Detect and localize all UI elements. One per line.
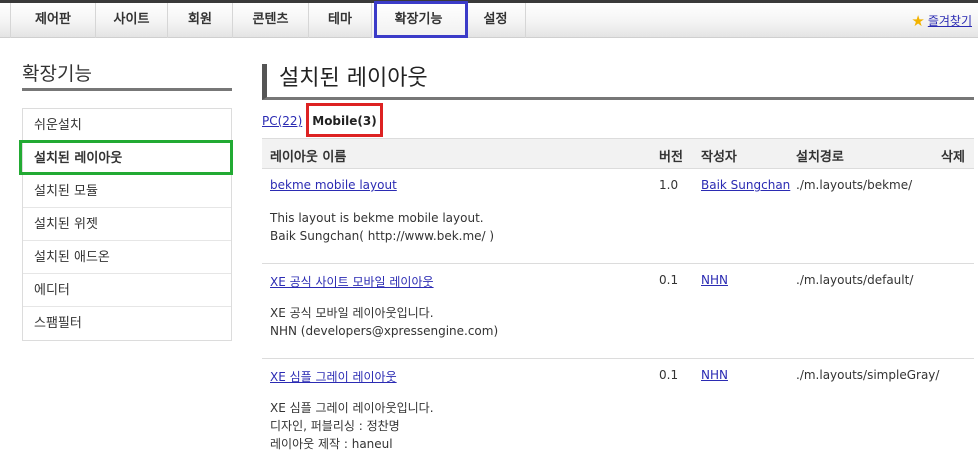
star-icon: ★	[911, 11, 925, 30]
menu-content[interactable]: 콘텐츠	[233, 3, 309, 38]
column-header-name: 레이아웃 이름	[270, 150, 347, 165]
layout-description: XE 공식 모바일 레이아웃입니다. NHN (developers@xpres…	[270, 304, 498, 340]
layout-author-link[interactable]: NHN	[701, 273, 728, 287]
menu-control-panel[interactable]: 제어판	[10, 3, 96, 38]
sidebar-item-editor[interactable]: 에디터	[23, 274, 231, 307]
tab-pc[interactable]: PC(22)	[262, 114, 302, 128]
layout-path: ./m.layouts/simpleGray/	[796, 368, 940, 382]
table-row: XE 심플 그레이 레이아웃 0.1 NHN ./m.layouts/simpl…	[262, 359, 974, 454]
layout-name-link[interactable]: bekme mobile layout	[270, 178, 397, 192]
column-header-version: 버전	[659, 150, 683, 165]
menu-member[interactable]: 회원	[168, 3, 233, 38]
sidebar-title: 확장기능	[22, 63, 232, 91]
layout-description: XE 심플 그레이 레이아웃입니다. 디자인, 퍼블리싱 : 정찬명 레이아웃 …	[270, 399, 434, 453]
description-line: 레이아웃 제작 : haneul	[270, 437, 393, 451]
layout-table: 레이아웃 이름 버전 작성자 설치경로 삭제 bekme mobile layo…	[262, 138, 974, 454]
description-line: 디자인, 퍼블리싱 : 정찬명	[270, 419, 400, 433]
layout-author-link[interactable]: NHN	[701, 368, 728, 382]
table-row: XE 공식 사이트 모바일 레이아웃 0.1 NHN ./m.layouts/d…	[262, 264, 974, 359]
page-title: 설치된 레이아웃	[262, 64, 974, 100]
table-header: 레이아웃 이름 버전 작성자 설치경로 삭제	[262, 138, 974, 169]
layout-author-link[interactable]: Baik Sungchan	[701, 178, 790, 192]
layout-version: 1.0	[659, 178, 679, 192]
description-line: Baik Sungchan( http://www.bek.me/ )	[270, 229, 495, 243]
top-menu: 제어판 사이트 회원 콘텐츠 테마 확장기능 설정	[0, 3, 526, 38]
tab-mobile[interactable]: Mobile(3)	[312, 114, 376, 128]
favorites-link[interactable]: ★ 즐겨찾기	[911, 12, 972, 29]
description-line: XE 심플 그레이 레이아웃입니다.	[270, 401, 434, 415]
menu-extensions[interactable]: 확장기능	[372, 3, 466, 38]
layout-version: 0.1	[659, 368, 679, 382]
layout-description: This layout is bekme mobile layout. Baik…	[270, 209, 494, 245]
sidebar-item-easy-install[interactable]: 쉬운설치	[23, 109, 231, 142]
sidebar-item-installed-widgets[interactable]: 설치된 위젯	[23, 208, 231, 241]
menu-theme[interactable]: 테마	[309, 3, 372, 38]
layout-tabs: PC(22) Mobile(3)	[262, 114, 377, 128]
sidebar-nav: 쉬운설치 설치된 레이아웃 설치된 모듈 설치된 위젯 설치된 애드온 에디터 …	[22, 108, 232, 341]
layout-name-link[interactable]: XE 공식 사이트 모바일 레이아웃	[270, 273, 434, 290]
sidebar-item-installed-layouts[interactable]: 설치된 레이아웃	[23, 142, 231, 175]
description-line: XE 공식 모바일 레이아웃입니다.	[270, 306, 434, 320]
description-line: This layout is bekme mobile layout.	[270, 211, 484, 225]
menu-settings[interactable]: 설정	[466, 3, 526, 38]
table-row: bekme mobile layout 1.0 Baik Sungchan ./…	[262, 169, 974, 264]
sidebar-item-installed-addons[interactable]: 설치된 애드온	[23, 241, 231, 274]
column-header-author: 작성자	[701, 150, 737, 165]
column-header-delete: 삭제	[941, 150, 965, 165]
layout-version: 0.1	[659, 273, 679, 287]
favorites-label: 즐겨찾기	[927, 14, 972, 28]
layout-path: ./m.layouts/default/	[796, 273, 914, 287]
description-line: NHN (developers@xpressengine.com)	[270, 324, 499, 338]
top-menu-bar: 제어판 사이트 회원 콘텐츠 테마 확장기능 설정 ★ 즐겨찾기	[0, 0, 978, 38]
layout-name-link[interactable]: XE 심플 그레이 레이아웃	[270, 368, 397, 385]
layout-path: ./m.layouts/bekme/	[796, 178, 913, 192]
sidebar-item-installed-modules[interactable]: 설치된 모듈	[23, 175, 231, 208]
menu-site[interactable]: 사이트	[96, 3, 168, 38]
sidebar-item-spam-filter[interactable]: 스팸필터	[23, 307, 231, 340]
column-header-path: 설치경로	[796, 150, 844, 165]
